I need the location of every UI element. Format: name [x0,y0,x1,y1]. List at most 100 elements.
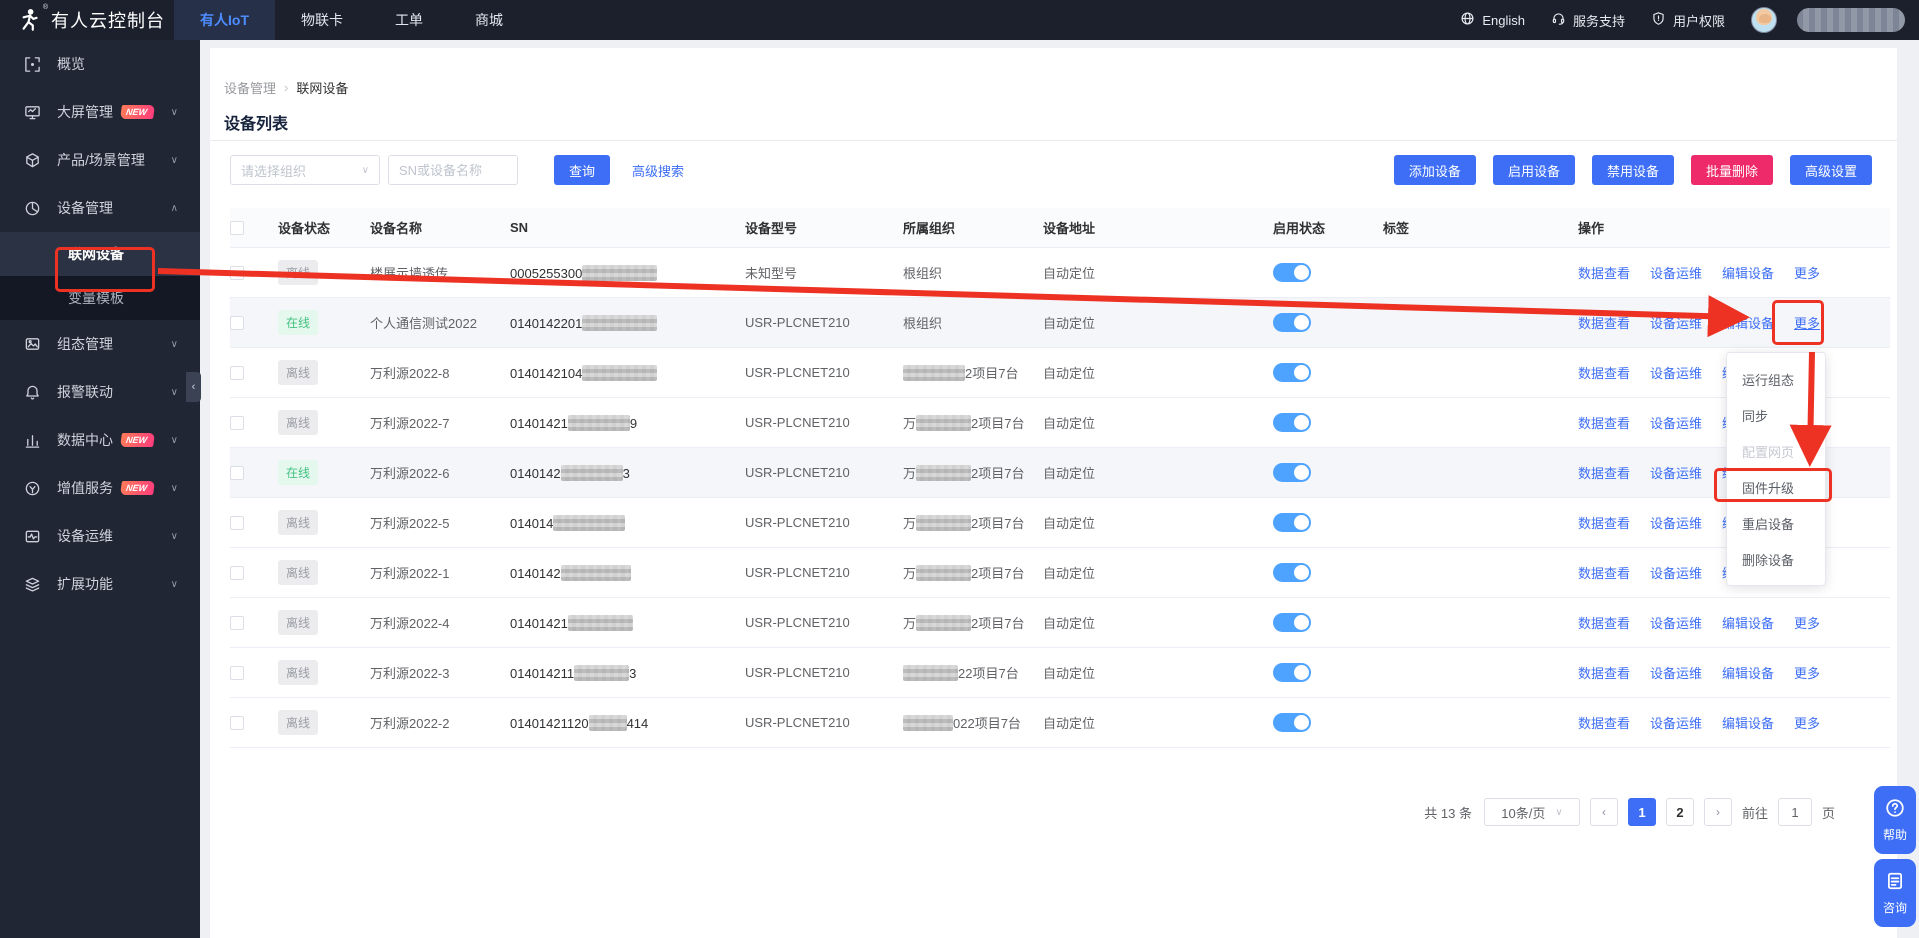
query-button[interactable]: 查询 [554,155,610,185]
row-action-数据查看[interactable]: 数据查看 [1578,713,1630,732]
row-action-设备运维[interactable]: 设备运维 [1650,263,1702,282]
row-action-更多[interactable]: 更多 [1794,713,1820,732]
enable-toggle[interactable] [1273,613,1311,632]
row-action-编辑设备[interactable]: 编辑设备 [1722,263,1774,282]
row-action-更多[interactable]: 更多 [1794,663,1820,682]
row-action-编辑设备[interactable]: 编辑设备 [1722,313,1774,332]
row-checkbox[interactable] [230,466,244,480]
sidebar-subitem-变量模板[interactable]: 变量模板 [0,276,200,320]
row-action-数据查看[interactable]: 数据查看 [1578,413,1630,432]
advanced-search-link[interactable]: 高级搜索 [632,161,684,180]
row-action-设备运维[interactable]: 设备运维 [1650,613,1702,632]
enable-toggle[interactable] [1273,663,1311,682]
row-action-数据查看[interactable]: 数据查看 [1578,463,1630,482]
toolbar-button-批量删除[interactable]: 批量删除 [1691,155,1773,185]
row-checkbox[interactable] [230,316,244,330]
app-title: 有人云控制台 [51,7,165,33]
float-button-帮助[interactable]: 帮助 [1874,786,1916,854]
sidebar-item-概览[interactable]: 概览 [0,40,200,88]
prev-page-button[interactable]: ‹ [1590,798,1618,826]
row-action-数据查看[interactable]: 数据查看 [1578,313,1630,332]
row-action-数据查看[interactable]: 数据查看 [1578,363,1630,382]
row-action-数据查看[interactable]: 数据查看 [1578,663,1630,682]
row-action-更多[interactable]: 更多 [1794,613,1820,632]
user-avatar[interactable] [1751,7,1777,33]
header-link-globe[interactable]: English [1460,11,1525,29]
sidebar-item-组态管理[interactable]: 组态管理∨ [0,320,200,368]
row-action-数据查看[interactable]: 数据查看 [1578,513,1630,532]
float-button-咨询[interactable]: 咨询 [1874,859,1916,927]
row-action-设备运维[interactable]: 设备运维 [1650,663,1702,682]
dropdown-item-运行组态[interactable]: 运行组态 [1727,361,1825,397]
row-checkbox[interactable] [230,616,244,630]
org-select[interactable]: 请选择组织 ∨ [230,155,380,185]
page-size-select[interactable]: 10条/页∨ [1484,798,1580,826]
row-action-数据查看[interactable]: 数据查看 [1578,563,1630,582]
header-link-headset[interactable]: 服务支持 [1551,11,1625,30]
page-number-2[interactable]: 2 [1666,798,1694,826]
sn-search-input[interactable] [388,155,518,185]
toolbar-button-禁用设备[interactable]: 禁用设备 [1592,155,1674,185]
sidebar-item-数据中心[interactable]: 数据中心NEW∨ [0,416,200,464]
row-checkbox[interactable] [230,366,244,380]
row-action-数据查看[interactable]: 数据查看 [1578,613,1630,632]
enable-toggle[interactable] [1273,413,1311,432]
device-status-cell: 离线 [278,560,370,585]
row-action-设备运维[interactable]: 设备运维 [1650,463,1702,482]
top-tab-3[interactable]: 工单 [369,0,449,40]
header-link-shield[interactable]: 用户权限 [1651,11,1725,30]
toolbar-button-启用设备[interactable]: 启用设备 [1493,155,1575,185]
dropdown-item-删除设备[interactable]: 删除设备 [1727,541,1825,577]
dropdown-item-同步[interactable]: 同步 [1727,397,1825,433]
page-number-1[interactable]: 1 [1628,798,1656,826]
row-action-设备运维[interactable]: 设备运维 [1650,713,1702,732]
sidebar-item-扩展功能[interactable]: 扩展功能∨ [0,560,200,608]
sidebar-item-大屏管理[interactable]: 大屏管理NEW∨ [0,88,200,136]
sidebar-collapse-handle[interactable]: ‹ [186,372,201,402]
toolbar-button-高级设置[interactable]: 高级设置 [1790,155,1872,185]
breadcrumb-parent[interactable]: 设备管理 [224,78,276,97]
row-action-更多[interactable]: 更多 [1794,263,1820,282]
row-checkbox[interactable] [230,516,244,530]
row-checkbox[interactable] [230,416,244,430]
row-checkbox[interactable] [230,666,244,680]
toolbar-button-添加设备[interactable]: 添加设备 [1394,155,1476,185]
sidebar-item-设备运维[interactable]: 设备运维∨ [0,512,200,560]
next-page-button[interactable]: › [1704,798,1732,826]
row-action-设备运维[interactable]: 设备运维 [1650,363,1702,382]
row-action-设备运维[interactable]: 设备运维 [1650,513,1702,532]
row-action-数据查看[interactable]: 数据查看 [1578,263,1630,282]
dropdown-item-固件升级[interactable]: 固件升级 [1727,469,1825,505]
top-tab-1[interactable]: 有人IoT [174,0,275,40]
sidebar-item-增值服务[interactable]: 增值服务NEW∨ [0,464,200,512]
row-action-编辑设备[interactable]: 编辑设备 [1722,663,1774,682]
select-all-checkbox[interactable] [230,221,244,235]
top-tab-2[interactable]: 物联卡 [275,0,369,40]
row-checkbox[interactable] [230,566,244,580]
enable-toggle[interactable] [1273,463,1311,482]
device-status-cell: 离线 [278,510,370,535]
sidebar-item-产品/场景管理[interactable]: 产品/场景管理∨ [0,136,200,184]
alarm-icon [24,384,41,401]
enable-toggle[interactable] [1273,713,1311,732]
sidebar-item-报警联动[interactable]: 报警联动∨ [0,368,200,416]
enable-toggle[interactable] [1273,363,1311,382]
sidebar-subitem-联网设备[interactable]: 联网设备 [0,232,200,276]
redacted-blur [553,515,625,531]
dropdown-item-重启设备[interactable]: 重启设备 [1727,505,1825,541]
sidebar-item-设备管理[interactable]: 设备管理∧ [0,184,200,232]
row-action-设备运维[interactable]: 设备运维 [1650,313,1702,332]
row-action-编辑设备[interactable]: 编辑设备 [1722,713,1774,732]
enable-toggle[interactable] [1273,563,1311,582]
goto-page-input[interactable] [1778,798,1812,826]
row-action-更多[interactable]: 更多 [1794,313,1820,332]
row-action-设备运维[interactable]: 设备运维 [1650,563,1702,582]
top-tab-4[interactable]: 商城 [449,0,529,40]
enable-toggle[interactable] [1273,313,1311,332]
row-action-编辑设备[interactable]: 编辑设备 [1722,613,1774,632]
enable-toggle[interactable] [1273,513,1311,532]
enable-toggle[interactable] [1273,263,1311,282]
row-checkbox[interactable] [230,266,244,280]
row-checkbox[interactable] [230,716,244,730]
row-action-设备运维[interactable]: 设备运维 [1650,413,1702,432]
